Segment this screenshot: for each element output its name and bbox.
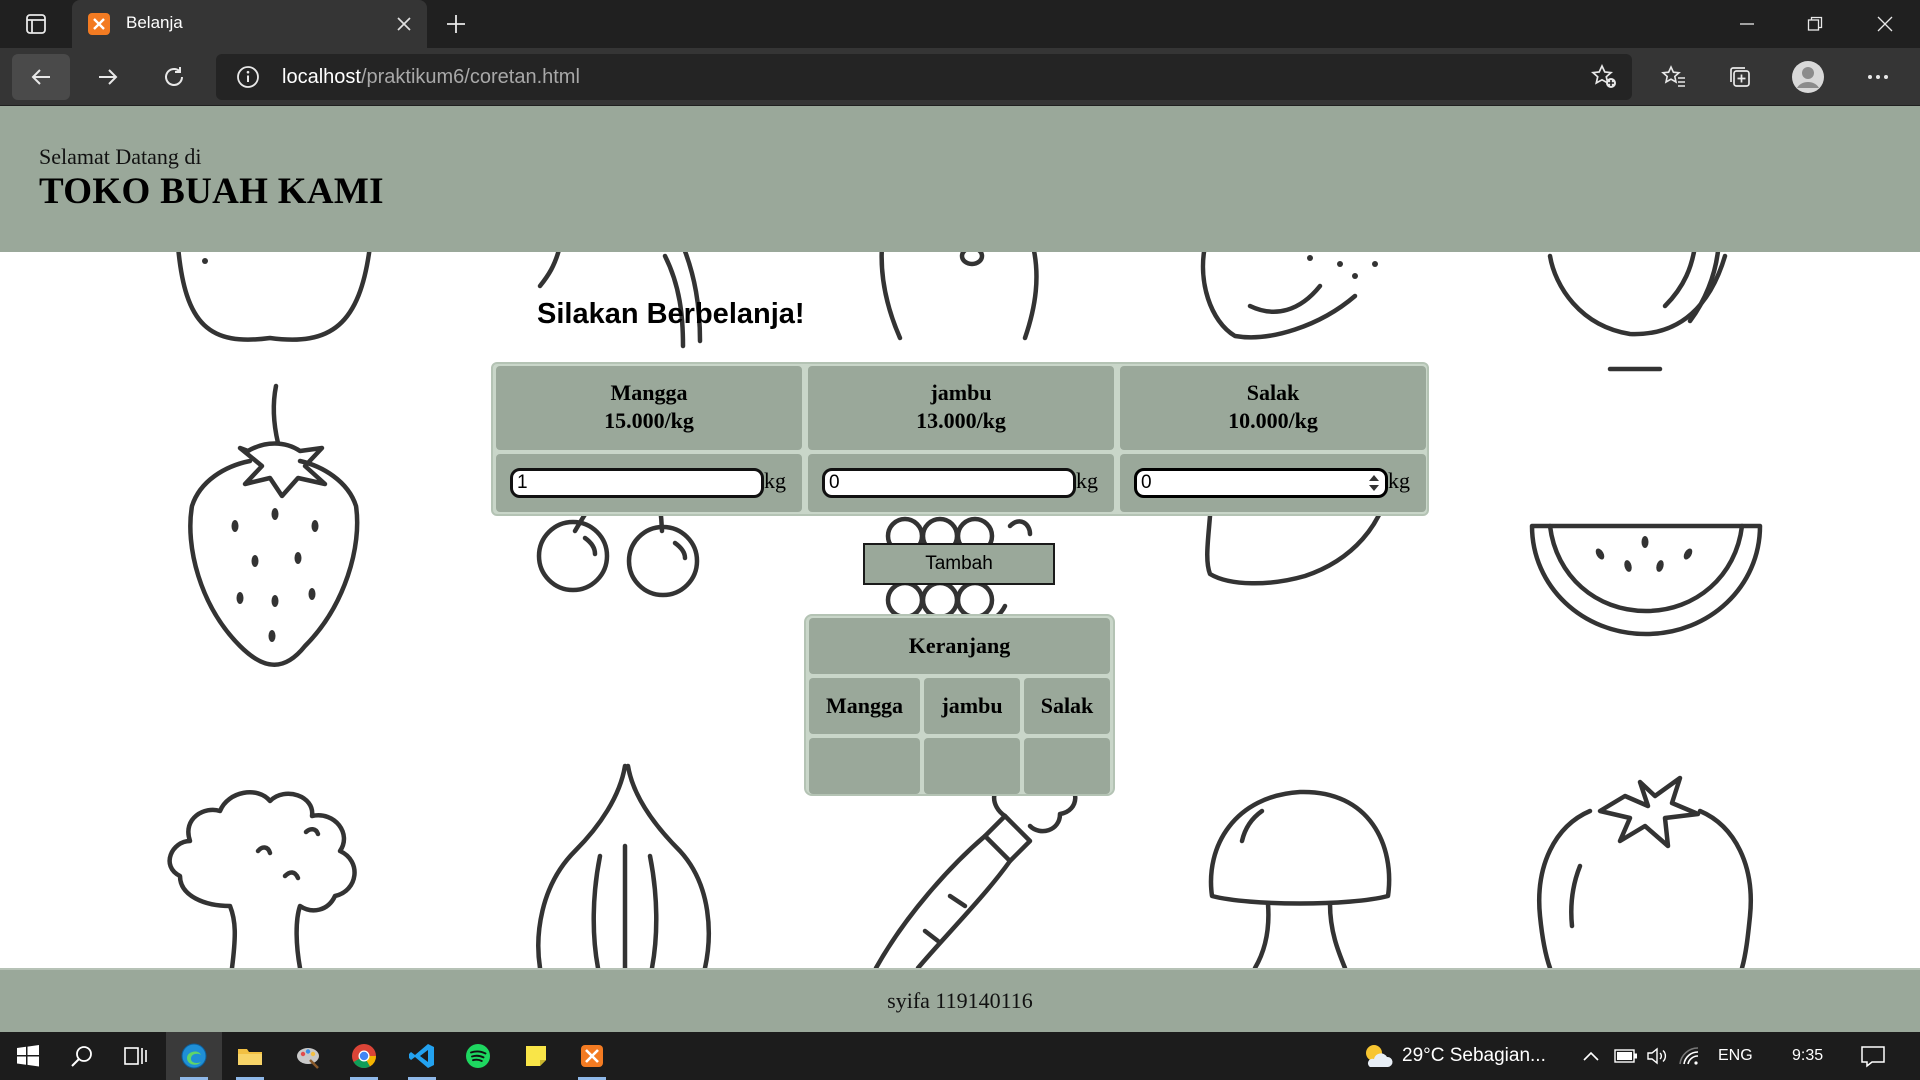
browser-toolbar: localhost/praktikum6/coretan.html (0, 48, 1920, 106)
cart-title: Keranjang (809, 618, 1110, 674)
product-header-mangga: Mangga 15.000/kg (496, 366, 802, 450)
add-favorite-icon[interactable] (1590, 63, 1618, 96)
quantity-cell-mangga: kg (496, 454, 802, 512)
chrome-icon[interactable] (336, 1032, 392, 1080)
weather-text: 29°C Sebagian... (1402, 1045, 1546, 1066)
xampp-favicon-icon (88, 13, 110, 35)
welcome-text: Selamat Datang di (39, 144, 202, 169)
restore-window-icon[interactable] (1792, 0, 1838, 48)
edge-browser-icon[interactable] (166, 1032, 222, 1080)
notification-center-icon[interactable] (1860, 1032, 1886, 1080)
onion-icon (536, 763, 711, 971)
network-icon[interactable] (1678, 1032, 1702, 1080)
product-header-salak: Salak 10.000/kg (1120, 366, 1426, 450)
collections-icon[interactable] (1720, 57, 1760, 97)
vscode-icon[interactable] (394, 1032, 450, 1080)
xampp-icon[interactable] (564, 1032, 620, 1080)
quantity-cell-salak: kg (1120, 454, 1426, 512)
system-tray: 29°C Sebagian... ENG 9:35 (1360, 1032, 1920, 1080)
forward-button[interactable] (88, 57, 128, 97)
search-icon[interactable] (54, 1032, 110, 1080)
orange-icon (879, 243, 1039, 341)
volume-icon[interactable] (1646, 1032, 1670, 1080)
windows-start-icon[interactable] (0, 1032, 56, 1080)
sticky-notes-icon[interactable] (508, 1032, 564, 1080)
refresh-button[interactable] (154, 57, 194, 97)
partly-cloudy-icon (1366, 1045, 1393, 1067)
product-price: 13.000/kg (916, 408, 1006, 433)
clock[interactable]: 9:35 (1792, 1032, 1823, 1080)
close-window-icon[interactable] (1862, 0, 1908, 48)
cart-value-jambu (924, 738, 1020, 794)
product-table: Mangga 15.000/kg jambu 13.000/kg Salak 1… (491, 362, 1429, 516)
refresh-icon (165, 67, 183, 86)
product-name: Salak (1246, 380, 1300, 405)
favorites-icon[interactable] (1654, 57, 1694, 97)
product-price: 15.000/kg (604, 408, 694, 433)
tab-actions-icon[interactable] (16, 0, 56, 48)
file-explorer-icon[interactable] (222, 1032, 278, 1080)
unit-label: kg (764, 468, 786, 493)
browser-tab[interactable]: Belanja (72, 0, 427, 48)
cart-table: Keranjang Mangga jambu Salak (804, 614, 1115, 796)
battery-icon[interactable] (1614, 1032, 1638, 1080)
jambu-quantity-input[interactable] (822, 468, 1076, 498)
product-header-jambu: jambu 13.000/kg (808, 366, 1114, 450)
weather-widget[interactable]: 29°C Sebagian... (1360, 1032, 1546, 1080)
arrow-right-icon (99, 69, 118, 85)
site-footer: syifa 119140116 (0, 968, 1920, 1032)
add-to-cart-button[interactable]: Tambah (863, 543, 1055, 585)
cart-value-mangga (809, 738, 920, 794)
page-heading: Silakan Berbelanja! (537, 298, 805, 330)
app-icon-paint[interactable] (280, 1032, 336, 1080)
watermelon-icon (1529, 523, 1763, 637)
broccoli-icon (167, 790, 357, 971)
pear-icon (537, 243, 703, 349)
task-view-icon[interactable] (108, 1032, 164, 1080)
number-spinner-icon[interactable] (1367, 471, 1381, 495)
cart-column-salak: Salak (1024, 678, 1110, 734)
product-name: jambu (930, 380, 992, 405)
tomato-icon (1537, 775, 1753, 971)
mangga-quantity-input[interactable] (510, 468, 764, 498)
spotify-icon[interactable] (450, 1032, 506, 1080)
apple-icon (175, 243, 373, 342)
site-header: Selamat Datang di TOKO BUAH KAMI (0, 106, 1920, 252)
browser-tab-strip: Belanja (0, 0, 1920, 48)
quantity-cell-jambu: kg (808, 454, 1114, 512)
mushroom-icon (1208, 789, 1392, 971)
arrow-left-icon (31, 69, 50, 85)
salak-quantity-input[interactable] (1134, 468, 1388, 498)
profile-avatar[interactable] (1788, 57, 1828, 97)
page-viewport: Selamat Datang di TOKO BUAH KAMI Silakan… (0, 106, 1920, 1032)
back-button[interactable] (12, 54, 70, 100)
banana-icon (1547, 243, 1728, 372)
close-tab-icon[interactable] (389, 9, 419, 39)
url-text: localhost/praktikum6/coretan.html (282, 66, 580, 89)
more-options-icon[interactable] (1858, 57, 1898, 97)
tab-title: Belanja (126, 13, 183, 32)
cart-column-mangga: Mangga (809, 678, 920, 734)
shop-name: TOKO BUAH KAMI (39, 171, 384, 212)
product-name: Mangga (610, 380, 688, 405)
url-host: localhost (282, 66, 361, 88)
new-tab-icon[interactable] (436, 0, 476, 48)
kiwi-icon (1200, 243, 1378, 369)
address-bar[interactable]: localhost/praktikum6/coretan.html (216, 54, 1632, 100)
windows-taskbar: 29°C Sebagian... ENG 9:35 (0, 1032, 1920, 1080)
unit-label: kg (1388, 468, 1410, 493)
info-icon[interactable] (236, 65, 260, 89)
language-indicator[interactable]: ENG (1718, 1032, 1753, 1080)
strawberry-icon (188, 383, 360, 667)
unit-label: kg (1076, 468, 1098, 493)
product-price: 10.000/kg (1228, 408, 1318, 433)
show-hidden-icons-icon[interactable] (1582, 1032, 1600, 1080)
cart-column-jambu: jambu (924, 678, 1020, 734)
url-path: /praktikum6/coretan.html (360, 66, 580, 88)
minimize-window-icon[interactable] (1724, 0, 1770, 48)
cart-value-salak (1024, 738, 1110, 794)
